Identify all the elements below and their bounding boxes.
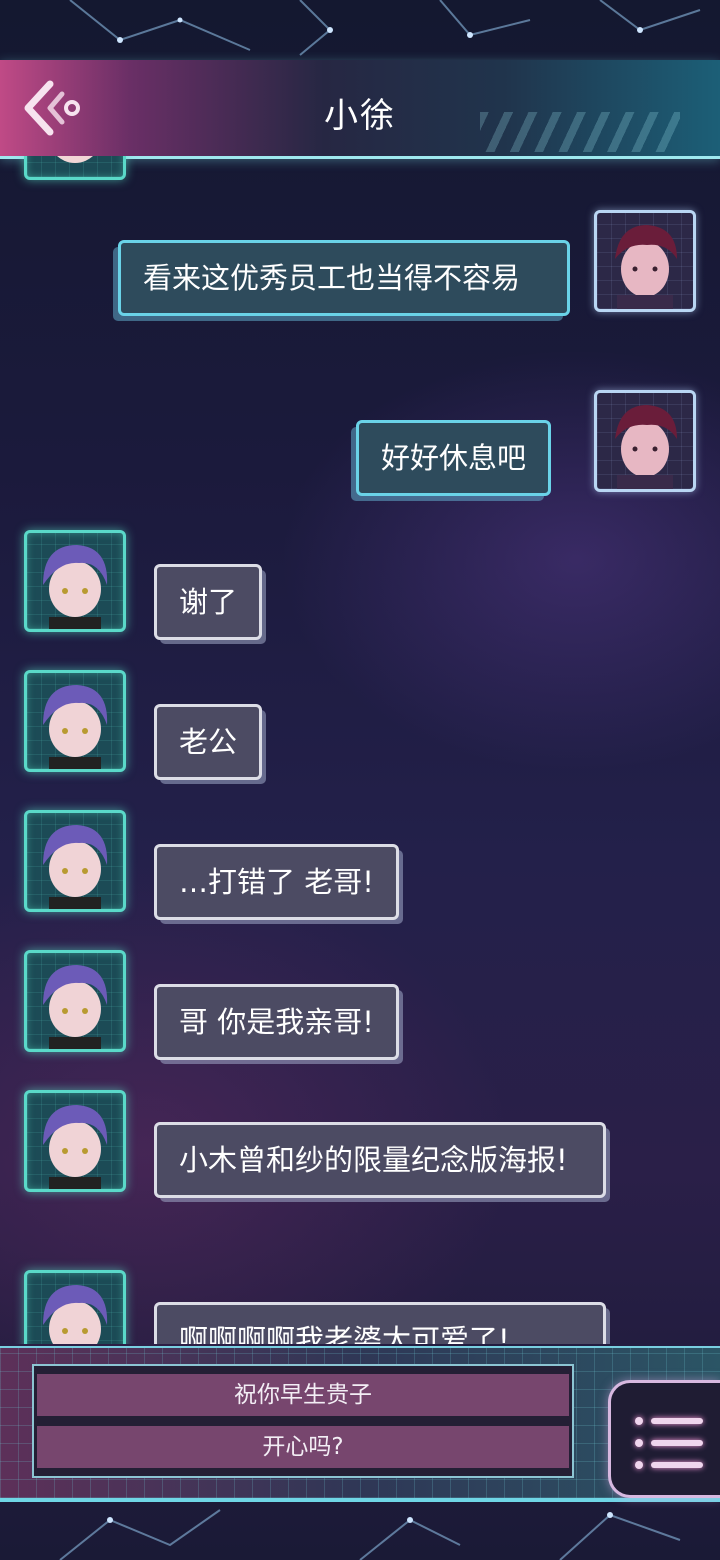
choice-option-2[interactable]: 开心吗? xyxy=(37,1426,569,1468)
choice-list: 祝你早生贵子 开心吗? xyxy=(32,1364,574,1478)
player-portrait-icon xyxy=(615,405,677,489)
message-bubble: 看来这优秀员工也当得不容易 xyxy=(118,240,570,316)
message-bubble: 好好休息吧 xyxy=(356,420,552,496)
npc-portrait-icon xyxy=(43,1105,108,1189)
npc-avatar xyxy=(24,1270,126,1344)
npc-portrait-icon xyxy=(43,965,108,1049)
npc-avatar xyxy=(24,950,126,1052)
chat-header: 小徐 xyxy=(0,60,720,159)
player-avatar xyxy=(594,390,696,492)
message-bubble: 哥 你是我亲哥! xyxy=(154,984,399,1060)
npc-avatar xyxy=(24,810,126,912)
message-bubble: 小木曾和纱的限量纪念版海报! xyxy=(154,1122,606,1198)
player-portrait-icon xyxy=(615,225,677,309)
message-bubble: …打错了 老哥! xyxy=(154,844,399,920)
npc-avatar xyxy=(24,1090,126,1192)
choice-panel: 祝你早生贵子 开心吗? xyxy=(0,1346,720,1502)
player-avatar xyxy=(594,210,696,312)
menu-button[interactable] xyxy=(608,1380,720,1498)
message-bubble: 老公 xyxy=(154,704,263,780)
npc-avatar xyxy=(24,530,126,632)
npc-portrait-icon xyxy=(43,825,108,909)
npc-portrait-icon xyxy=(43,685,108,769)
chat-message-list[interactable]: 看来这优秀员工也当得不容易 好好休息吧 谢了 老公 …打错了 老哥! 哥 你是我… xyxy=(0,156,720,1344)
message-bubble: 谢了 xyxy=(154,564,263,640)
npc-avatar xyxy=(24,156,126,180)
choice-option-1[interactable]: 祝你早生贵子 xyxy=(37,1374,569,1416)
message-bubble: 啊啊啊啊我老婆太可爱了! xyxy=(154,1302,606,1344)
npc-avatar xyxy=(24,670,126,772)
npc-portrait-icon xyxy=(43,1285,108,1344)
npc-portrait-icon xyxy=(43,545,108,629)
chat-title: 小徐 xyxy=(324,96,396,136)
